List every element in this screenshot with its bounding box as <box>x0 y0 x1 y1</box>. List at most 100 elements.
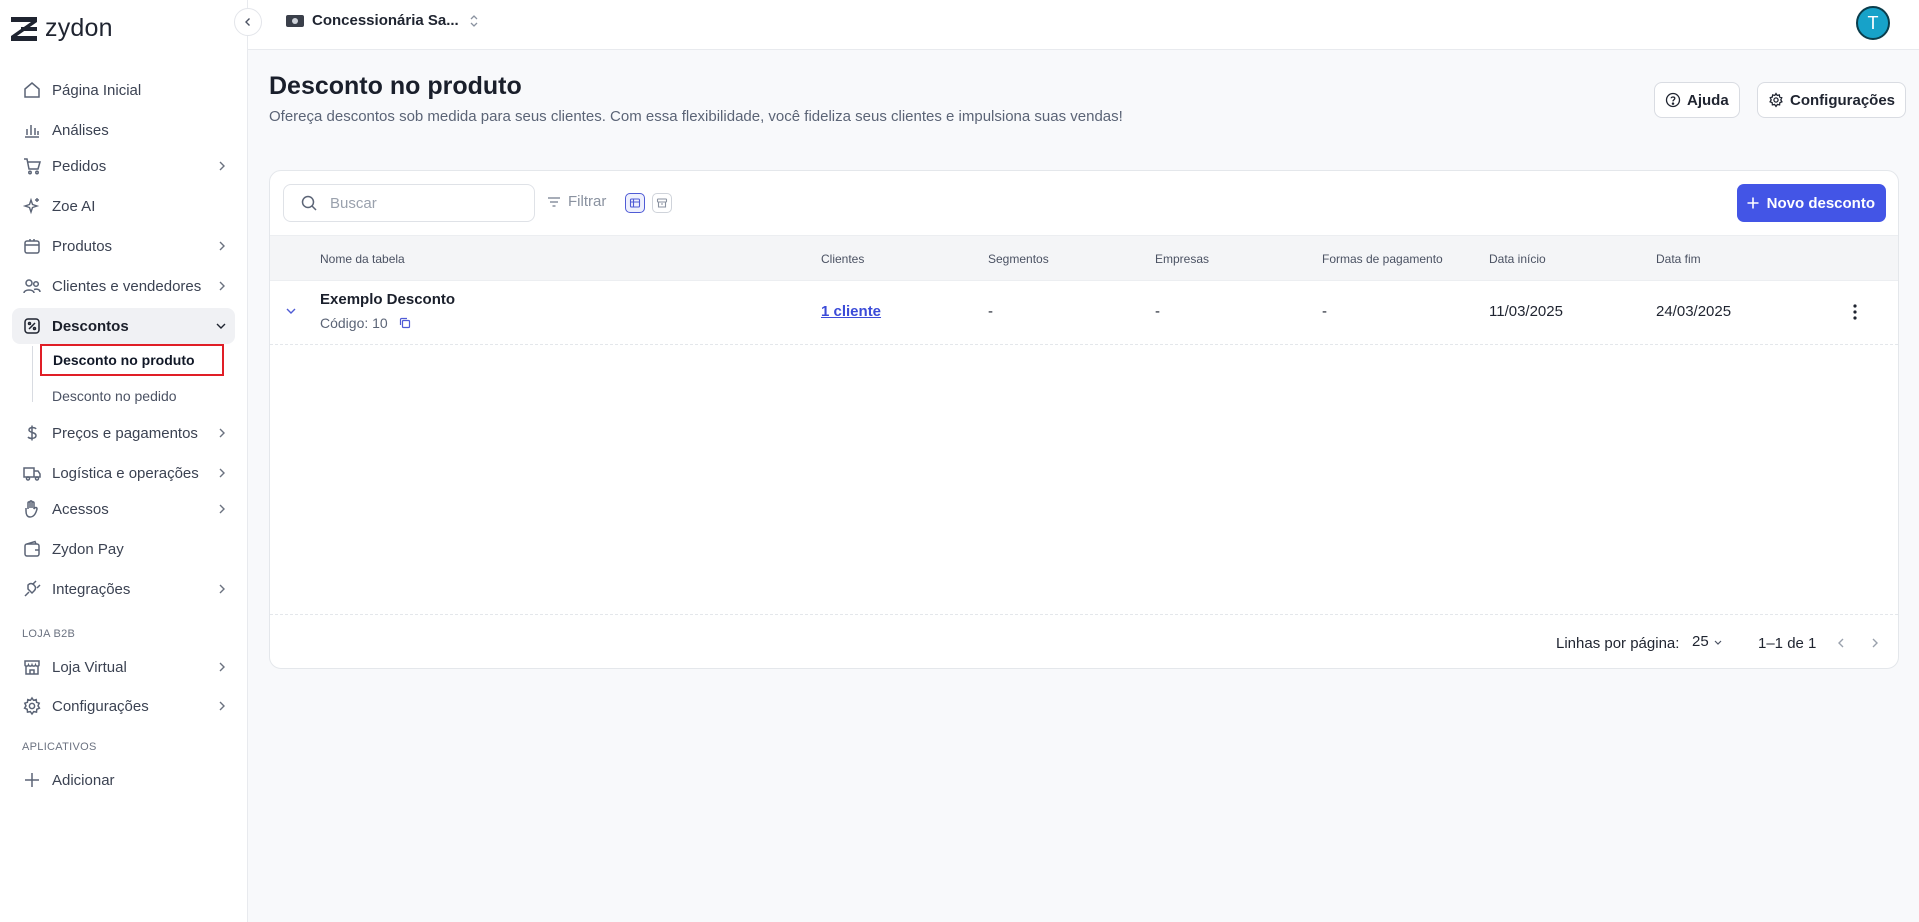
sidebar-item-descontos[interactable]: Descontos <box>12 308 235 344</box>
store-icon <box>22 657 42 677</box>
row-actions-button[interactable] <box>1852 303 1858 321</box>
sidebar-item-label: Análises <box>52 121 109 139</box>
column-header-empresas: Empresas <box>1155 252 1210 266</box>
row-payments: - <box>1322 303 1327 320</box>
brand-name: zydon <box>45 14 113 42</box>
archive-icon <box>656 198 668 208</box>
sidebar-item-zydon-pay[interactable]: Zydon Pay <box>12 531 235 567</box>
sidebar-item-label: Zydon Pay <box>52 540 124 558</box>
sidebar-item-configuracoes[interactable]: Configurações <box>12 688 235 724</box>
sidebar-item-label: Acessos <box>52 500 109 518</box>
sidebar-item-label: Descontos <box>52 317 129 335</box>
gear-icon <box>1769 92 1783 108</box>
new-discount-button[interactable]: Novo desconto <box>1736 184 1886 222</box>
collapse-sidebar-button[interactable] <box>234 8 262 36</box>
copy-icon[interactable] <box>398 316 412 330</box>
new-discount-label: Novo desconto <box>1766 194 1875 212</box>
column-header-formas-pagamento: Formas de pagamento <box>1322 252 1443 266</box>
filter-icon <box>548 196 560 207</box>
chevron-right-icon <box>217 582 227 596</box>
page-title: Desconto no produto <box>269 72 522 100</box>
column-header-clientes: Clientes <box>821 252 865 266</box>
dollar-icon <box>22 423 42 443</box>
help-label: Ajuda <box>1687 91 1729 109</box>
sidebar-item-pedidos[interactable]: Pedidos <box>12 148 235 184</box>
subnav-line <box>32 346 33 402</box>
sidebar-item-precos-e-pagamentos[interactable]: Preços e pagamentos <box>12 415 235 451</box>
chevron-down-icon <box>215 319 227 333</box>
row-name: Exemplo Desconto <box>320 291 456 308</box>
chevron-right-icon <box>217 159 227 173</box>
settings-button[interactable]: Configurações <box>1757 82 1907 118</box>
previous-page-button[interactable] <box>1835 636 1847 650</box>
sidebar-item-analises[interactable]: Análises <box>12 112 235 148</box>
org-switcher[interactable]: Concessionária Sa... <box>286 12 481 29</box>
sidebar-item-label: Preços e pagamentos <box>52 424 198 442</box>
search-placeholder: Buscar <box>330 194 377 212</box>
filter-label: Filtrar <box>568 193 607 210</box>
chevron-right-icon <box>217 279 227 293</box>
discount-table-card: Buscar Filtrar Novo desconto Nome da tab… <box>269 170 1899 669</box>
chevron-right-icon <box>1872 638 1878 648</box>
sidebar-item-label: Pedidos <box>52 157 107 175</box>
sidebar-item-logistica-e-operacoes[interactable]: Logística e operações <box>12 455 235 491</box>
row-code-text: Código: 10 <box>320 315 388 331</box>
sidebar-item-zoe-ai[interactable]: Zoe AI <box>12 188 235 224</box>
sidebar-item-label: Clientes e vendedores <box>52 277 202 295</box>
chevron-left-icon <box>245 18 250 26</box>
plus-icon <box>22 770 42 790</box>
sidebar-item-adicionar[interactable]: Adicionar <box>12 762 235 798</box>
sidebar-item-integracoes[interactable]: Integrações <box>12 571 235 607</box>
row-end-date: 24/03/2025 <box>1656 303 1732 320</box>
more-vertical-icon <box>1853 304 1857 320</box>
avatar[interactable]: T <box>1856 6 1890 40</box>
filter-button[interactable]: Filtrar <box>546 193 606 210</box>
chevron-left-icon <box>1838 638 1844 648</box>
sidebar-item-pagina-inicial[interactable]: Página Inicial <box>12 72 235 108</box>
help-button[interactable]: Ajuda <box>1654 82 1740 118</box>
clients-link[interactable]: 1 cliente <box>821 303 881 320</box>
rows-per-page-select[interactable]: 25 <box>1692 633 1723 650</box>
sidebar-item-label: Produtos <box>52 237 113 255</box>
users-icon <box>22 276 42 296</box>
table-row[interactable]: Exemplo Desconto Código: 10 1 cliente - … <box>270 281 1898 345</box>
sidebar-item-produtos[interactable]: Produtos <box>12 228 235 264</box>
sidebar-subitem-desconto-no-produto[interactable]: Desconto no produto <box>40 344 224 376</box>
section-label-loja-b2b: LOJA B2B <box>22 628 76 640</box>
view-archive-toggle[interactable] <box>652 193 672 213</box>
chart-bars-icon <box>22 120 42 140</box>
expand-row-button[interactable] <box>284 305 298 317</box>
zydon-logo-icon <box>11 16 37 41</box>
box-icon <box>22 236 42 256</box>
chevron-right-icon <box>217 426 227 440</box>
row-segments: - <box>988 303 993 320</box>
truck-icon <box>22 463 42 483</box>
next-page-button[interactable] <box>1869 636 1881 650</box>
sidebar-item-label: Página Inicial <box>52 81 142 99</box>
sidebar-item-loja-virtual[interactable]: Loja Virtual <box>12 649 235 685</box>
sidebar-item-clientes-e-vendedores[interactable]: Clientes e vendedores <box>12 268 235 304</box>
logo[interactable]: zydon <box>11 14 113 43</box>
sidebar-item-acessos[interactable]: Acessos <box>12 491 235 527</box>
sidebar-item-label: Integrações <box>52 580 131 598</box>
discount-icon <box>22 316 42 336</box>
plus-icon <box>1747 197 1759 209</box>
org-name: Concessionária Sa... <box>312 12 459 29</box>
chevron-down-icon <box>1714 640 1722 645</box>
gear-icon <box>22 696 42 716</box>
pagination-range: 1–1 de 1 <box>1758 635 1817 652</box>
sidebar-item-label: Loja Virtual <box>52 658 127 676</box>
help-circle-icon <box>1665 92 1681 108</box>
column-header-nome: Nome da tabela <box>320 252 405 266</box>
settings-label: Configurações <box>1790 91 1896 109</box>
search-input[interactable]: Buscar <box>283 184 535 222</box>
sidebar-subitem-desconto-no-pedido[interactable]: Desconto no pedido <box>40 380 224 412</box>
sidebar: zydon Página Inicial Análises Pedidos Zo… <box>0 0 248 922</box>
rows-per-page-value: 25 <box>1692 633 1709 650</box>
org-logo-icon <box>286 14 304 27</box>
plug-icon <box>22 579 42 599</box>
view-table-toggle[interactable] <box>625 193 645 213</box>
sparkle-icon <box>22 196 42 216</box>
column-header-data-fim: Data fim <box>1656 252 1701 266</box>
chevron-right-icon <box>217 502 227 516</box>
